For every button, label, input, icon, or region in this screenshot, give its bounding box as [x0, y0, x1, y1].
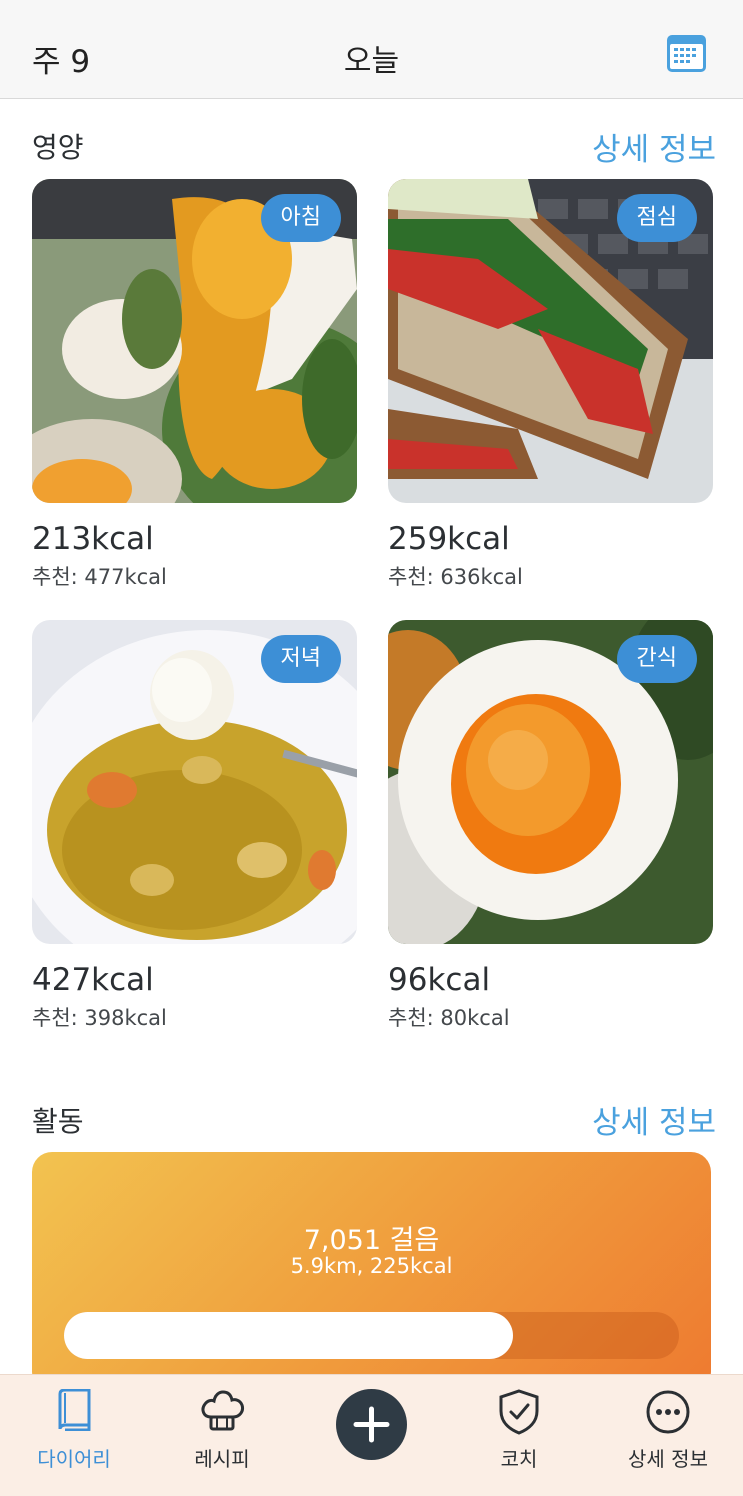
- shield-check-icon: [498, 1389, 540, 1439]
- calendar-icon[interactable]: [666, 34, 707, 73]
- nutrition-details-link[interactable]: 상세 정보: [592, 124, 716, 169]
- steps-count: 7,051 걸음: [303, 1225, 440, 1256]
- activity-title: 활동: [32, 1105, 84, 1138]
- lunch-kcal: 259kcal: [388, 521, 510, 557]
- page-title: 오늘: [343, 44, 400, 79]
- meal-card-breakfast[interactable]: 아침 213kcal 추천: 477kcal: [32, 179, 357, 591]
- snack-kcal: 96kcal: [388, 962, 491, 998]
- breakfast-badge: 아침: [260, 194, 341, 242]
- tab-coach-label: 코치: [500, 1447, 538, 1471]
- breakfast-photo[interactable]: 아침: [32, 179, 357, 503]
- add-entry-button[interactable]: [336, 1389, 407, 1460]
- lunch-badge: 점심: [616, 194, 697, 242]
- tab-diary[interactable]: 다이어리: [0, 1375, 148, 1496]
- tab-recipes-label: 레시피: [194, 1447, 250, 1471]
- tab-bar: 다이어리 레시피 코치 상세 정보: [0, 1374, 743, 1496]
- steps-progress-fill: [64, 1312, 513, 1359]
- dinner-recommended: 추천: 398kcal: [32, 1006, 167, 1030]
- meal-card-snack[interactable]: 간식 96kcal 추천: 80kcal: [388, 620, 713, 1032]
- nutrition-title: 영양: [32, 131, 84, 164]
- tab-more[interactable]: 상세 정보: [594, 1375, 742, 1496]
- plus-icon: [353, 1406, 390, 1443]
- book-icon: [56, 1388, 92, 1435]
- dinner-kcal: 427kcal: [32, 962, 154, 998]
- lunch-photo[interactable]: 점심: [388, 179, 713, 503]
- meal-card-dinner[interactable]: 저녁 427kcal 추천: 398kcal: [32, 620, 357, 1032]
- tab-coach[interactable]: 코치: [445, 1375, 593, 1496]
- snack-photo[interactable]: 간식: [388, 620, 713, 944]
- dinner-badge: 저녁: [260, 635, 341, 683]
- tab-more-label: 상세 정보: [628, 1447, 708, 1471]
- steps-progress-bar: [64, 1312, 679, 1359]
- tab-recipes[interactable]: 레시피: [148, 1375, 296, 1496]
- activity-details-link[interactable]: 상세 정보: [592, 1097, 716, 1142]
- snack-badge: 간식: [616, 635, 697, 683]
- more-icon: [645, 1389, 691, 1439]
- breakfast-kcal: 213kcal: [32, 521, 154, 557]
- activity-card[interactable]: 7,051 걸음 5.9km, 225kcal: [32, 1152, 711, 1392]
- breakfast-recommended: 추천: 477kcal: [32, 565, 167, 589]
- chef-hat-icon: [199, 1389, 245, 1437]
- distance-calories: 5.9km, 225kcal: [290, 1254, 453, 1278]
- meal-card-lunch[interactable]: 점심 259kcal 추천: 636kcal: [388, 179, 713, 591]
- tab-diary-label: 다이어리: [37, 1447, 111, 1471]
- top-bar: 주 9 오늘: [0, 0, 743, 99]
- lunch-recommended: 추천: 636kcal: [388, 565, 523, 589]
- dinner-photo[interactable]: 저녁: [32, 620, 357, 944]
- snack-recommended: 추천: 80kcal: [388, 1006, 510, 1030]
